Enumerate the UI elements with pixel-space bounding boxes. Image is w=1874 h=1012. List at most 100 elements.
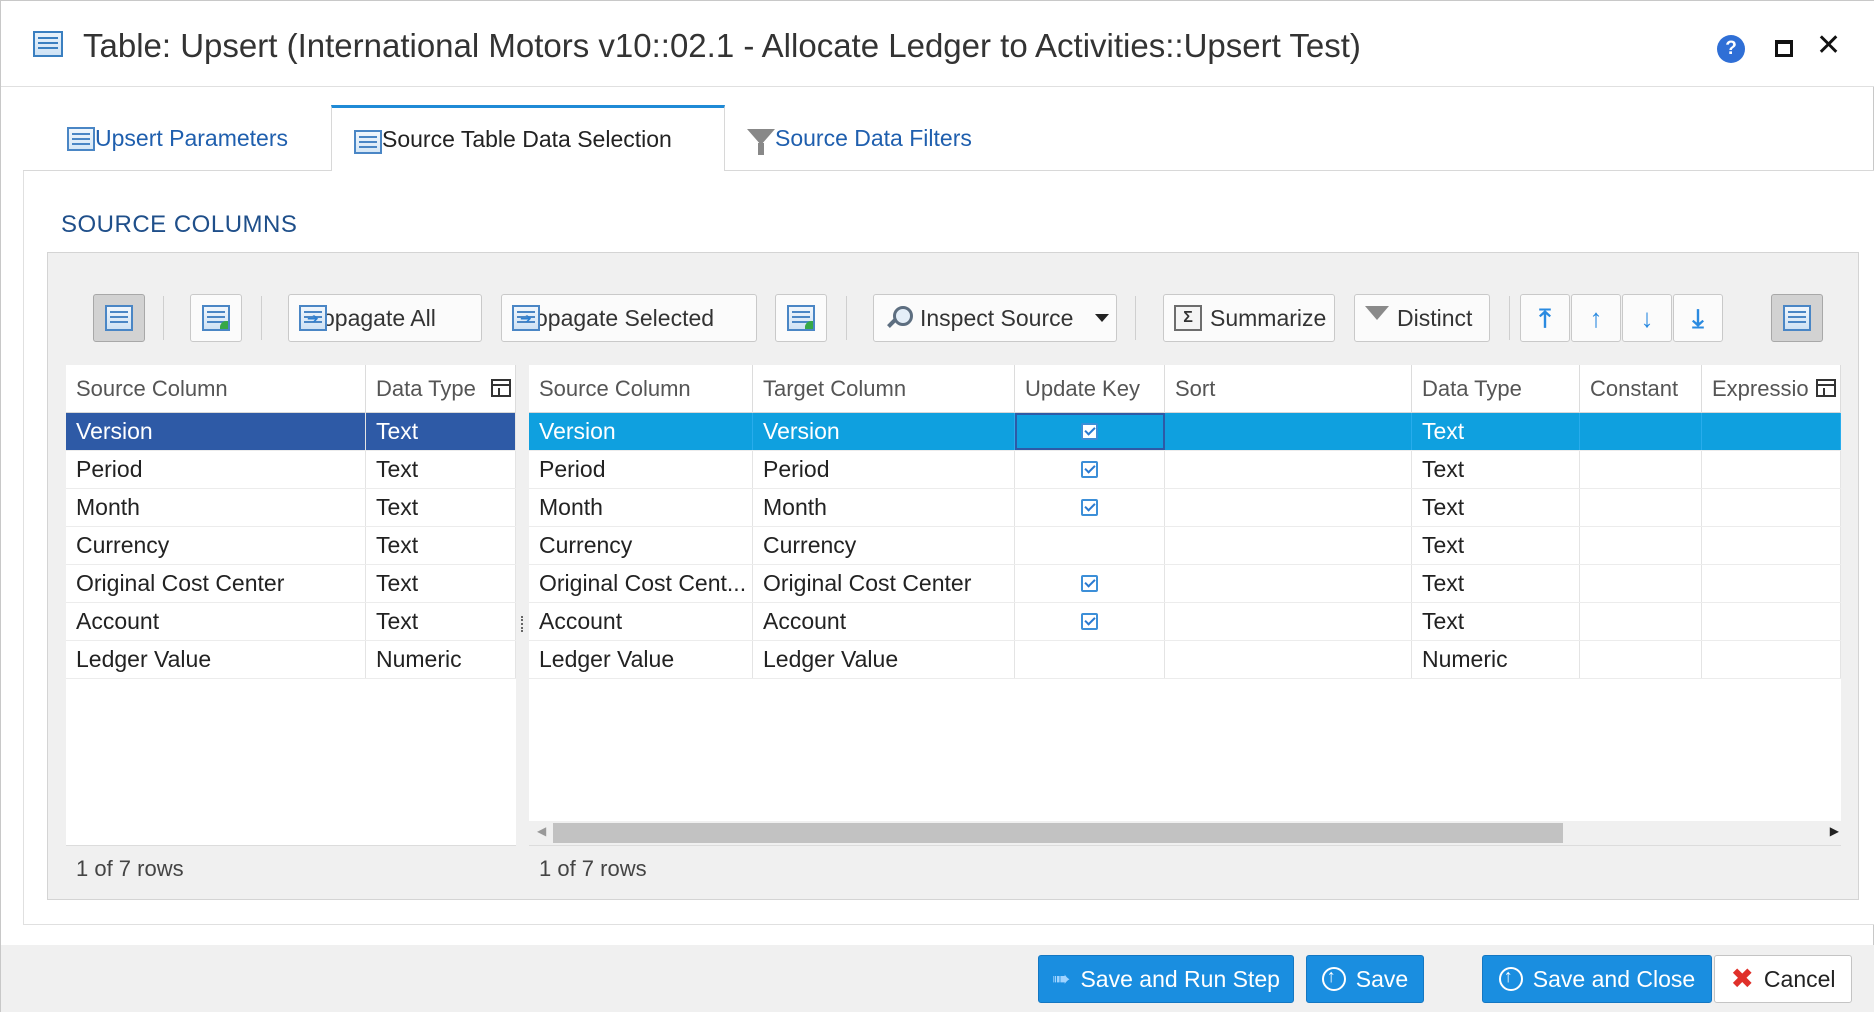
table-row[interactable]: Account Text xyxy=(66,603,516,641)
cell-data-type: Text xyxy=(1412,451,1580,488)
propagate-icon xyxy=(512,305,540,331)
checkbox-checked-icon[interactable] xyxy=(1081,613,1098,630)
maximize-icon[interactable] xyxy=(1775,40,1793,57)
column-header-target-column[interactable]: Target Column xyxy=(753,365,1015,413)
table-row[interactable]: Version Text xyxy=(66,413,516,451)
cell-update-key[interactable] xyxy=(1015,641,1165,678)
table-row[interactable]: Period Text xyxy=(66,451,516,489)
cell-expression xyxy=(1702,489,1841,526)
tab-bar: Upsert Parameters Source Table Data Sele… xyxy=(23,105,1874,172)
save-and-close-button[interactable]: Save and Close xyxy=(1482,955,1712,1003)
scroll-left-icon[interactable]: ◀ xyxy=(537,824,546,838)
table-row[interactable]: Version Version Text xyxy=(529,413,1841,451)
cell-sort xyxy=(1165,603,1412,640)
cancel-button[interactable]: ✖ Cancel xyxy=(1714,955,1852,1003)
toggle-grid-view-button[interactable] xyxy=(1771,294,1823,342)
cell-update-key[interactable] xyxy=(1015,527,1165,564)
run-icon: ➠ xyxy=(1052,966,1071,991)
cell-update-key[interactable] xyxy=(1015,451,1165,488)
distinct-button[interactable]: Distinct xyxy=(1354,294,1490,342)
checkbox-checked-icon[interactable] xyxy=(1081,461,1098,478)
window-title: Table: Upsert (International Motors v10:… xyxy=(83,27,1361,64)
sigma-icon: Σ xyxy=(1174,305,1202,331)
cell-update-key[interactable] xyxy=(1015,489,1165,526)
tab-source-data-filters[interactable]: Source Data Filters xyxy=(725,105,1025,171)
toolbar-separator xyxy=(846,296,847,340)
save-button[interactable]: Save xyxy=(1306,955,1424,1003)
inspect-source-label: Inspect Source xyxy=(920,304,1074,331)
cell-source-column: Ledger Value xyxy=(529,641,753,678)
scroll-right-icon[interactable]: ▶ xyxy=(1830,824,1839,838)
table-row[interactable]: Period Period Text xyxy=(529,451,1841,489)
propagate-selected-button[interactable]: Propagate Selected xyxy=(501,294,757,342)
distinct-label: Distinct xyxy=(1397,304,1473,331)
cell-source-column: Version xyxy=(66,413,366,450)
checkbox-checked-icon[interactable] xyxy=(1081,575,1098,592)
cell-target-column: Month xyxy=(753,489,1015,526)
move-up-button[interactable]: ↑ xyxy=(1571,294,1621,342)
column-header-source-column[interactable]: Source Column xyxy=(529,365,753,413)
grid-icon xyxy=(354,130,382,154)
toggle-left-grid-button[interactable] xyxy=(93,294,145,342)
cell-data-type: Text xyxy=(1412,489,1580,526)
add-target-column-button[interactable] xyxy=(775,294,827,342)
summarize-button[interactable]: Σ Summarize xyxy=(1163,294,1335,342)
table-icon xyxy=(33,31,63,57)
column-chooser-icon[interactable] xyxy=(1816,379,1836,397)
cell-data-type: Text xyxy=(366,489,516,526)
cell-update-key[interactable] xyxy=(1015,413,1165,450)
checkbox-checked-icon[interactable] xyxy=(1081,423,1098,440)
cell-data-type: Text xyxy=(366,603,516,640)
tab-upsert-parameters[interactable]: Upsert Parameters xyxy=(45,105,345,171)
cell-update-key[interactable] xyxy=(1015,603,1165,640)
cell-target-column: Period xyxy=(753,451,1015,488)
scrollbar-thumb[interactable] xyxy=(553,823,1563,843)
table-row[interactable]: Ledger Value Ledger Value Numeric xyxy=(529,641,1841,679)
inspect-source-dropdown[interactable]: Inspect Source xyxy=(873,294,1117,342)
column-header-update-key[interactable]: Update Key xyxy=(1015,365,1165,413)
cell-expression xyxy=(1702,413,1841,450)
cell-target-column: Currency xyxy=(753,527,1015,564)
column-chooser-icon[interactable] xyxy=(491,379,511,397)
grid-footer-divider xyxy=(66,845,516,846)
table-row[interactable]: Currency Currency Text xyxy=(529,527,1841,565)
grid-splitter-handle[interactable] xyxy=(521,616,525,632)
grid-header: Source Column Target Column Update Key S… xyxy=(529,365,1841,413)
move-down-button[interactable]: ↓ xyxy=(1622,294,1672,342)
cell-source-column: Account xyxy=(529,603,753,640)
add-column-button[interactable] xyxy=(190,294,242,342)
cell-constant xyxy=(1580,565,1702,602)
right-row-count: 1 of 7 rows xyxy=(539,856,647,881)
column-header-constant[interactable]: Constant xyxy=(1580,365,1702,413)
move-bottom-button[interactable]: ⤓ xyxy=(1673,294,1723,342)
cell-update-key[interactable] xyxy=(1015,565,1165,602)
tab-source-table-data-selection[interactable]: Source Table Data Selection xyxy=(331,105,725,172)
column-header-source-column[interactable]: Source Column xyxy=(66,365,366,413)
cell-data-type: Text xyxy=(1412,413,1580,450)
toolbar-separator xyxy=(1509,296,1510,340)
cell-expression xyxy=(1702,603,1841,640)
save-and-run-step-button[interactable]: ➠ Save and Run Step xyxy=(1038,955,1294,1003)
cell-target-column: Account xyxy=(753,603,1015,640)
checkbox-checked-icon[interactable] xyxy=(1081,499,1098,516)
cell-source-column: Version xyxy=(529,413,753,450)
close-icon: ✖ xyxy=(1730,963,1754,994)
move-top-icon: ⤒ xyxy=(1539,303,1551,333)
column-header-sort[interactable]: Sort xyxy=(1165,365,1412,413)
help-icon[interactable]: ? xyxy=(1717,35,1745,63)
table-row[interactable]: Month Text xyxy=(66,489,516,527)
table-row[interactable]: Original Cost Center Text xyxy=(66,565,516,603)
cell-sort xyxy=(1165,527,1412,564)
close-icon[interactable]: ✕ xyxy=(1816,29,1841,63)
move-top-button[interactable]: ⤒ xyxy=(1520,294,1570,342)
table-row[interactable]: Original Cost Cent... Original Cost Cente… xyxy=(529,565,1841,603)
horizontal-scrollbar[interactable]: ◀ ▶ xyxy=(531,821,1843,845)
table-row[interactable]: Account Account Text xyxy=(529,603,1841,641)
propagate-all-button[interactable]: Propagate All xyxy=(288,294,482,342)
cell-source-column: Original Cost Center xyxy=(66,565,366,602)
table-row[interactable]: Ledger Value Numeric xyxy=(66,641,516,679)
table-row[interactable]: Currency Text xyxy=(66,527,516,565)
cell-sort xyxy=(1165,641,1412,678)
table-row[interactable]: Month Month Text xyxy=(529,489,1841,527)
column-header-data-type[interactable]: Data Type xyxy=(1412,365,1580,413)
